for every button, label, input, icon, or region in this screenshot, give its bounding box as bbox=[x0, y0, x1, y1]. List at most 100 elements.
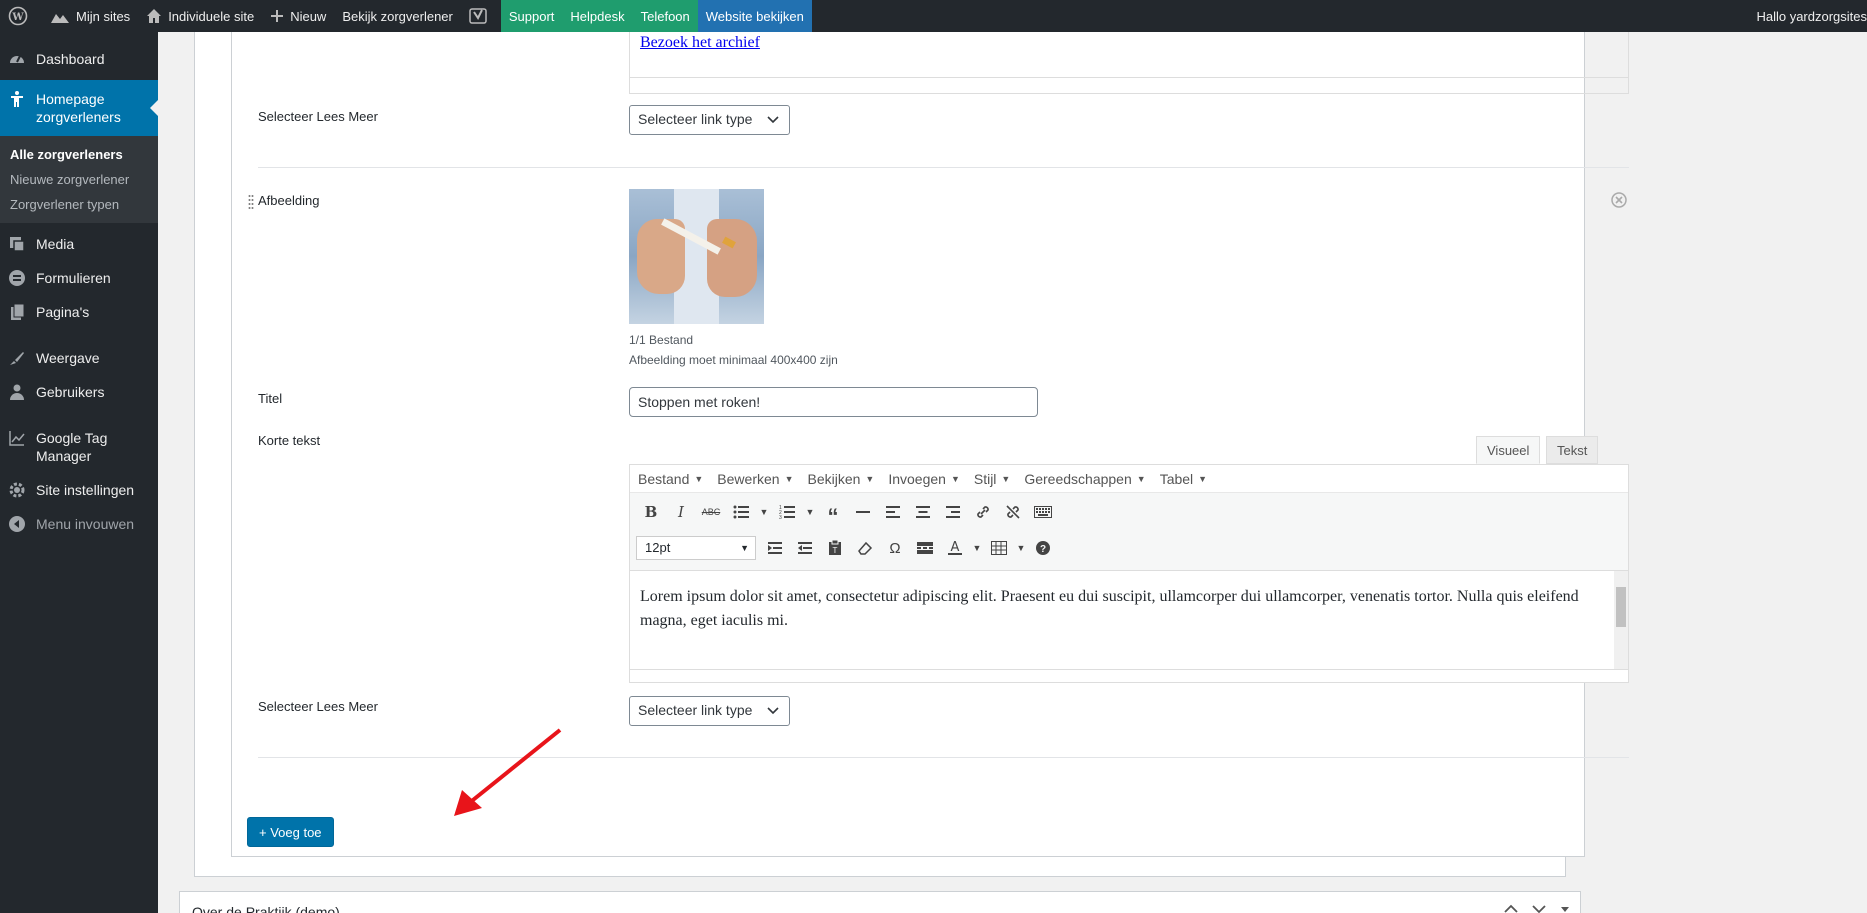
bullet-list-dropdown-icon[interactable]: ▼ bbox=[756, 498, 772, 526]
sidebar-label-gtm: Google Tag Manager bbox=[36, 430, 108, 464]
editor-toolbar: B I ABC ▼ 123 ▼ “ 12pt ▼ T Ω A ▼ ▼ ? bbox=[630, 493, 1628, 571]
menu-insert[interactable]: Invoegen ▼ bbox=[888, 471, 960, 487]
sidebar-item-dashboard[interactable]: Dashboard bbox=[0, 42, 158, 76]
collapse-icon bbox=[8, 515, 26, 533]
menu-table[interactable]: Tabel ▼ bbox=[1160, 471, 1207, 487]
my-sites-label: Mijn sites bbox=[76, 8, 131, 24]
chart-icon bbox=[8, 429, 26, 447]
submenu-provider-types[interactable]: Zorgverlener typen bbox=[0, 192, 158, 217]
account-menu[interactable]: Hallo yardzorgsites bbox=[1748, 0, 1867, 32]
align-center-icon[interactable] bbox=[908, 498, 938, 526]
align-right-icon[interactable] bbox=[938, 498, 968, 526]
outdent-icon[interactable] bbox=[760, 534, 790, 562]
chevron-up-icon[interactable] bbox=[1504, 904, 1518, 913]
editor-scrollbar[interactable] bbox=[1614, 571, 1628, 669]
chevron-down-icon bbox=[767, 116, 779, 124]
menu-style[interactable]: Stijl ▼ bbox=[974, 471, 1010, 487]
paste-text-icon[interactable]: T bbox=[820, 534, 850, 562]
view-provider-link[interactable]: Bekijk zorgverlener bbox=[334, 0, 461, 32]
horizontal-line-icon[interactable] bbox=[848, 498, 878, 526]
sidebar-item-appearance[interactable]: Weergave bbox=[0, 341, 158, 375]
sidebar-item-media[interactable]: Media bbox=[0, 227, 158, 261]
tab-text[interactable]: Tekst bbox=[1546, 436, 1599, 464]
strikethrough-icon[interactable]: ABC bbox=[696, 498, 726, 526]
site-menu[interactable]: Individuele site bbox=[138, 0, 262, 32]
unlink-icon[interactable] bbox=[998, 498, 1028, 526]
svg-text:W: W bbox=[11, 12, 24, 23]
new-menu[interactable]: Nieuw bbox=[262, 0, 334, 32]
drag-handle-icon[interactable] bbox=[248, 194, 254, 210]
sidebar-submenu: Alle zorgverleners Nieuwe zorgverlener Z… bbox=[0, 136, 158, 223]
tab-visual[interactable]: Visueel bbox=[1476, 436, 1541, 464]
phone-label: Telefoon bbox=[640, 8, 690, 24]
bold-icon[interactable]: B bbox=[636, 498, 666, 526]
menu-file[interactable]: Bestand ▼ bbox=[638, 471, 703, 487]
menu-tools[interactable]: Gereedschappen ▼ bbox=[1024, 471, 1145, 487]
table-dropdown-icon[interactable]: ▼ bbox=[1014, 534, 1028, 562]
sidebar-label-users: Gebruikers bbox=[36, 384, 105, 400]
toggle-panel-icon[interactable] bbox=[1560, 904, 1570, 913]
repeater-field: Bezoek het archief Selecteer Lees Meer S… bbox=[231, 32, 1629, 857]
special-character-icon[interactable]: Ω bbox=[880, 534, 910, 562]
users-icon bbox=[8, 383, 26, 401]
link-type-select-value: Selecteer link type bbox=[638, 702, 753, 718]
sidebar-item-homepage[interactable]: Homepage zorgverleners bbox=[0, 80, 158, 136]
align-left-icon[interactable] bbox=[878, 498, 908, 526]
help-icon[interactable]: ? bbox=[1028, 534, 1058, 562]
clear-formatting-icon[interactable] bbox=[850, 534, 880, 562]
image-hint: Afbeelding moet minimaal 400x400 zijn bbox=[629, 353, 838, 367]
sidebar-item-gtm[interactable]: Google Tag Manager bbox=[0, 421, 158, 473]
link-icon[interactable] bbox=[968, 498, 998, 526]
title-input[interactable] bbox=[629, 387, 1038, 417]
keyboard-icon[interactable] bbox=[1028, 498, 1058, 526]
read-more-tag-icon[interactable] bbox=[910, 534, 940, 562]
sidebar-label-collapse: Menu invouwen bbox=[36, 516, 135, 532]
indent-icon[interactable] bbox=[790, 534, 820, 562]
submenu-all-providers[interactable]: Alle zorgverleners bbox=[0, 142, 158, 167]
sidebar-item-pages[interactable]: Pagina's bbox=[0, 295, 158, 329]
editor-statusbar bbox=[630, 669, 1628, 683]
read-more-label: Selecteer Lees Meer bbox=[258, 109, 378, 124]
helpdesk-link[interactable]: Helpdesk bbox=[562, 0, 633, 32]
home-icon bbox=[147, 9, 162, 23]
archive-link[interactable]: Bezoek het archief bbox=[640, 34, 760, 52]
metabox-over-de-praktijk: Over de Praktijk (demo) bbox=[179, 891, 1581, 913]
view-site-link[interactable]: Website bekijken bbox=[697, 0, 812, 32]
phone-link[interactable]: Telefoon bbox=[632, 0, 698, 32]
sidebar-item-forms[interactable]: Formulieren bbox=[0, 261, 158, 295]
support-link[interactable]: Support bbox=[500, 0, 563, 32]
menu-view[interactable]: Bekijken ▼ bbox=[807, 471, 874, 487]
sidebar-collapse-menu[interactable]: Menu invouwen bbox=[0, 507, 158, 541]
image-thumbnail[interactable] bbox=[629, 189, 764, 324]
svg-text:?: ? bbox=[1040, 544, 1046, 555]
wordpress-logo[interactable]: W bbox=[0, 0, 42, 32]
sidebar-item-site-settings[interactable]: Site instellingen bbox=[0, 473, 158, 507]
add-row-button[interactable]: + Voeg toe bbox=[247, 817, 334, 847]
yoast-menu[interactable] bbox=[461, 0, 501, 32]
editor-statusbar bbox=[630, 77, 1628, 93]
sidebar-item-users[interactable]: Gebruikers bbox=[0, 375, 158, 409]
editor-menubar: Bestand ▼ Bewerken ▼ Bekijken ▼ Invoegen ▼ S… bbox=[630, 465, 1628, 493]
menu-edit[interactable]: Bewerken ▼ bbox=[717, 471, 793, 487]
view-provider-label: Bekijk zorgverlener bbox=[342, 8, 453, 24]
text-color-dropdown-icon[interactable]: ▼ bbox=[970, 534, 984, 562]
paintbrush-icon bbox=[8, 349, 26, 367]
new-label: Nieuw bbox=[290, 8, 327, 24]
italic-icon[interactable]: I bbox=[666, 498, 696, 526]
remove-row-icon[interactable] bbox=[1611, 192, 1627, 208]
editor-content[interactable]: Lorem ipsum dolor sit amet, consectetur … bbox=[630, 571, 1628, 669]
plus-icon bbox=[271, 10, 284, 22]
bullet-list-icon[interactable] bbox=[726, 498, 756, 526]
table-icon[interactable] bbox=[984, 534, 1014, 562]
submenu-new-provider[interactable]: Nieuwe zorgverlener bbox=[0, 167, 158, 192]
chevron-down-icon[interactable] bbox=[1532, 904, 1546, 913]
numbered-list-icon[interactable]: 123 bbox=[772, 498, 802, 526]
main-content: Bezoek het archief Selecteer Lees Meer S… bbox=[158, 32, 1867, 913]
link-type-select[interactable]: Selecteer link type bbox=[629, 696, 790, 726]
numbered-list-dropdown-icon[interactable]: ▼ bbox=[802, 498, 818, 526]
text-color-icon[interactable]: A bbox=[940, 534, 970, 562]
blockquote-icon[interactable]: “ bbox=[818, 498, 848, 528]
my-sites-menu[interactable]: Mijn sites bbox=[42, 0, 138, 32]
font-size-select[interactable]: 12pt ▼ bbox=[636, 536, 756, 560]
link-type-select[interactable]: Selecteer link type bbox=[629, 105, 790, 135]
